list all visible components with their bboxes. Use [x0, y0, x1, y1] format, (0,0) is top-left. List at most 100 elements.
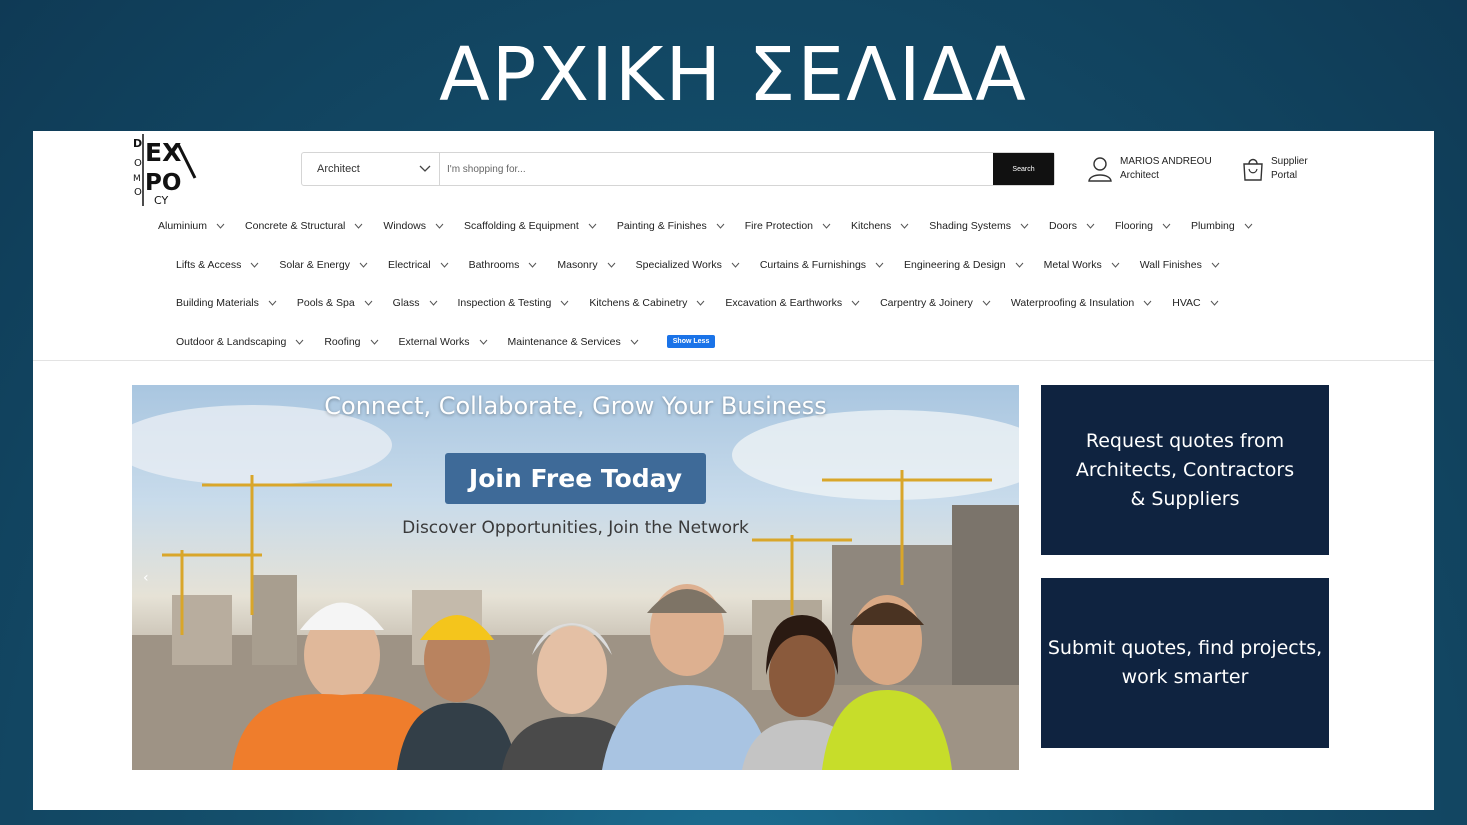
user-name: MARIOS ANDREOU: [1120, 156, 1212, 167]
chevron-down-icon: [359, 262, 368, 268]
chevron-down-icon: [822, 223, 831, 229]
category-menu-item[interactable]: Roofing: [324, 336, 378, 348]
category-menu-item[interactable]: Curtains & Furnishings: [760, 259, 884, 271]
submit-quotes-text: Submit quotes, find projects, work smart…: [1047, 637, 1323, 688]
category-menu-item[interactable]: Fire Protection: [745, 220, 831, 232]
category-menu-item[interactable]: Masonry: [557, 259, 616, 271]
category-label: Curtains & Furnishings: [759, 259, 867, 271]
category-label: Plumbing: [1190, 220, 1235, 232]
category-label: Wall Finishes: [1139, 259, 1202, 271]
category-menu-item[interactable]: Metal Works: [1044, 259, 1120, 271]
chevron-down-icon: [216, 223, 225, 229]
request-quotes-text: Request quotes from Architects, Contract…: [1075, 429, 1295, 510]
category-nav-row-2: Lifts & Access Solar & Energy Electrical Ba…: [176, 259, 1240, 271]
logo-ex: EX: [145, 138, 181, 167]
category-menu-item[interactable]: Outdoor & Landscaping: [176, 336, 304, 348]
category-label: Masonry: [557, 259, 598, 271]
banner-headline: Connect, Collaborate, Grow Your Business: [324, 392, 827, 420]
chevron-down-icon: [1015, 262, 1024, 268]
category-label: Maintenance & Services: [507, 335, 621, 348]
category-nav-row-4: Outdoor & Landscaping Roofing External Wor…: [176, 335, 716, 348]
category-menu-item[interactable]: Specialized Works: [636, 259, 740, 271]
search-input[interactable]: [440, 153, 993, 185]
category-menu-item[interactable]: Kitchens & Cabinetry: [589, 297, 705, 309]
request-quotes-card[interactable]: Request quotes from Architects, Contract…: [1041, 385, 1329, 555]
category-menu-item[interactable]: Excavation & Earthworks: [725, 297, 860, 309]
category-label: Solar & Energy: [279, 259, 350, 271]
logo-cy: CY: [154, 194, 168, 206]
construction-team-photo: [132, 405, 1019, 770]
category-menu-item[interactable]: Concrete & Structural: [245, 220, 363, 232]
category-label: Kitchens & Cabinetry: [589, 297, 688, 309]
user-account[interactable]: MARIOS ANDREOU Architect: [1088, 155, 1212, 183]
search-category-select[interactable]: Architect: [302, 153, 440, 185]
category-label: Scaffolding & Equipment: [464, 220, 579, 232]
category-menu-item[interactable]: Flooring: [1115, 220, 1171, 232]
category-label: Specialized Works: [635, 259, 722, 271]
chevron-down-icon: [295, 339, 304, 345]
logo-letter-m: M: [133, 174, 141, 184]
category-label: Inspection & Testing: [457, 297, 552, 309]
shopping-bag-icon: [1243, 158, 1263, 181]
domoexpo-logo[interactable]: D O M O EX PO CY: [133, 134, 199, 207]
show-less-button[interactable]: Show Less: [666, 335, 716, 348]
category-menu-item[interactable]: Shading Systems: [929, 220, 1029, 232]
category-menu-item[interactable]: Wall Finishes: [1140, 259, 1220, 271]
category-label: Shading Systems: [929, 220, 1011, 232]
user-role: Architect: [1120, 170, 1159, 181]
chevron-down-icon: [560, 300, 569, 306]
search-button[interactable]: Search: [993, 153, 1054, 185]
category-label: Flooring: [1115, 220, 1153, 232]
category-label: Building Materials: [176, 297, 259, 309]
category-menu-item[interactable]: Painting & Finishes: [617, 220, 725, 232]
join-free-button[interactable]: Join Free Today: [445, 453, 706, 504]
supplier-portal-link[interactable]: Supplier Portal: [1241, 155, 1308, 183]
category-label: Pools & Spa: [296, 297, 355, 309]
supplier-line2: Portal: [1271, 170, 1298, 181]
chevron-down-icon: [1244, 223, 1253, 229]
chevron-down-icon: [435, 223, 444, 229]
category-menu-item[interactable]: Glass: [393, 297, 438, 309]
submit-quotes-card[interactable]: Submit quotes, find projects, work smart…: [1041, 578, 1329, 748]
category-menu-item[interactable]: Kitchens: [851, 220, 909, 232]
category-label: Waterproofing & Insulation: [1010, 297, 1135, 309]
category-menu-item[interactable]: Maintenance & Services: [508, 336, 639, 348]
category-menu-item[interactable]: Solar & Energy: [279, 259, 368, 271]
search-category-value: Architect: [317, 163, 360, 175]
category-menu-item[interactable]: Plumbing: [1191, 220, 1253, 232]
category-menu-item[interactable]: Scaffolding & Equipment: [464, 220, 597, 232]
logo-letter-o1: O: [134, 158, 142, 169]
category-label: HVAC: [1172, 297, 1201, 309]
chevron-down-icon: [696, 300, 705, 306]
category-menu-item[interactable]: HVAC: [1172, 297, 1219, 309]
category-menu-item[interactable]: Electrical: [388, 259, 449, 271]
category-menu-item[interactable]: Aluminium: [158, 220, 225, 232]
category-label: Fire Protection: [744, 220, 813, 232]
category-label: Excavation & Earthworks: [725, 297, 843, 309]
category-menu-item[interactable]: Carpentry & Joinery: [880, 297, 991, 309]
category-nav-row-3: Building Materials Pools & Spa Glass Inspec…: [176, 297, 1239, 309]
category-label: External Works: [398, 335, 470, 348]
chevron-down-icon: [268, 300, 277, 306]
category-menu-item[interactable]: Windows: [383, 220, 444, 232]
category-menu-item[interactable]: Lifts & Access: [176, 259, 259, 271]
category-menu-item[interactable]: Engineering & Design: [904, 259, 1024, 271]
category-menu-item[interactable]: Doors: [1049, 220, 1095, 232]
hero-banner[interactable]: Connect, Collaborate, Grow Your Business…: [132, 385, 1019, 770]
category-menu-item[interactable]: Building Materials: [176, 297, 277, 309]
chevron-down-icon: [250, 262, 259, 268]
chevron-down-icon: [370, 339, 378, 345]
banner-subline: Discover Opportunities, Join the Network: [402, 518, 749, 538]
category-menu-item[interactable]: Waterproofing & Insulation: [1011, 297, 1152, 309]
category-label: Outdoor & Landscaping: [176, 335, 287, 348]
category-menu-item[interactable]: Bathrooms: [469, 259, 538, 271]
supplier-line1: Supplier: [1271, 156, 1308, 167]
chevron-down-icon: [982, 300, 991, 306]
category-menu-item[interactable]: Pools & Spa: [297, 297, 373, 309]
chevron-down-icon: [1162, 223, 1171, 229]
carousel-prev-arrow[interactable]: ‹: [143, 570, 153, 586]
category-label: Metal Works: [1043, 259, 1102, 271]
category-label: Doors: [1049, 220, 1078, 232]
category-menu-item[interactable]: External Works: [399, 336, 488, 348]
category-menu-item[interactable]: Inspection & Testing: [458, 297, 570, 309]
